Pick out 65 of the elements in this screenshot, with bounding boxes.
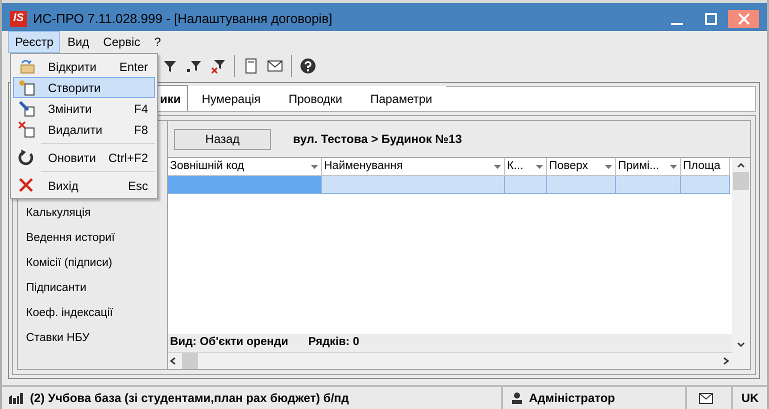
table-cell[interactable] [547, 176, 616, 194]
header-label: Площа [683, 158, 720, 174]
menu-item[interactable]: Створити [13, 77, 155, 98]
dropdown-arrow-icon [494, 164, 501, 168]
vertical-scrollbar[interactable] [732, 158, 750, 369]
scroll-thumb[interactable] [733, 172, 749, 190]
filter-icon [186, 58, 202, 74]
menu-item[interactable]: Сервіс [96, 30, 148, 52]
menu-item[interactable]: Вид [60, 30, 96, 52]
sidebar-item[interactable]: Калькуляція [26, 201, 167, 226]
table-cell[interactable] [322, 176, 505, 194]
window-title: ИС-ПРО 7.11.028.999 - [Налаштування договорів] [33, 10, 332, 28]
back-button[interactable]: Назад [174, 128, 271, 150]
refresh-icon [18, 149, 34, 166]
table-cell[interactable] [505, 176, 547, 194]
help-icon [300, 58, 316, 74]
sidebar-item[interactable]: Ставки НБУ [26, 326, 167, 351]
row-count: Рядків: 0 [308, 335, 360, 350]
maximize-icon [705, 12, 717, 24]
user-name: Адміністратор [529, 390, 616, 407]
table-cell[interactable] [616, 176, 681, 194]
app-logo: IS [10, 10, 27, 26]
filter-icon [210, 58, 226, 74]
filter-icon [162, 58, 178, 74]
new-document-icon [18, 79, 34, 96]
menu-item[interactable]: Оновити Ctrl+F2 [13, 147, 155, 168]
help-button[interactable] [298, 56, 318, 76]
sidebar-item[interactable]: Ведення историї [26, 226, 167, 251]
language-indicator: UK [741, 390, 759, 407]
dropdown-arrow-icon [536, 164, 543, 168]
document-icon [243, 58, 259, 74]
menu-item[interactable]: Реєстр [8, 30, 60, 52]
view-label: Вид: Об'єкти оренди [170, 335, 288, 350]
minimize-icon [671, 22, 683, 24]
sidebar-item[interactable]: Комісії (підписи) [26, 251, 167, 276]
header-label: К... [507, 158, 524, 174]
folder-icon [18, 58, 34, 75]
mail-icon [699, 392, 713, 404]
dropdown-arrow-icon [605, 164, 612, 168]
header-label: Зовнішній код [170, 158, 244, 174]
horizontal-scrollbar[interactable] [168, 352, 732, 369]
menu-item[interactable]: Видалити F8 [13, 119, 155, 140]
close-icon [738, 12, 750, 24]
mail-icon [267, 58, 283, 74]
menu-item[interactable]: ? [147, 30, 168, 52]
close-button[interactable] [728, 10, 759, 28]
dropdown-arrow-icon [311, 164, 318, 168]
header-label: Примі... [618, 158, 660, 174]
header-label: Найменування [324, 158, 403, 174]
user-icon [511, 392, 523, 404]
table-cell[interactable] [681, 176, 730, 194]
dropdown-arrow-icon [670, 164, 677, 168]
menu-item[interactable]: Змінити F4 [13, 98, 155, 119]
delete-icon [18, 121, 34, 138]
sidebar-item[interactable]: Підписанти [26, 276, 167, 301]
header-label: Поверх [549, 158, 588, 174]
edit-icon [18, 100, 34, 117]
menu-item[interactable]: Відкрити Enter [13, 56, 155, 77]
breadcrumb: вул. Тестова > Будинок №13 [293, 131, 462, 148]
close-icon [18, 177, 34, 194]
table-cell[interactable] [168, 176, 322, 194]
menu-item[interactable]: Вихід Esc [13, 175, 155, 196]
database-name: (2) Учбова база (зі студентами,план рах бюджет) б/пд [30, 390, 349, 407]
scroll-thumb[interactable] [182, 353, 198, 369]
sidebar-item[interactable]: Коеф. індексації [26, 301, 167, 326]
